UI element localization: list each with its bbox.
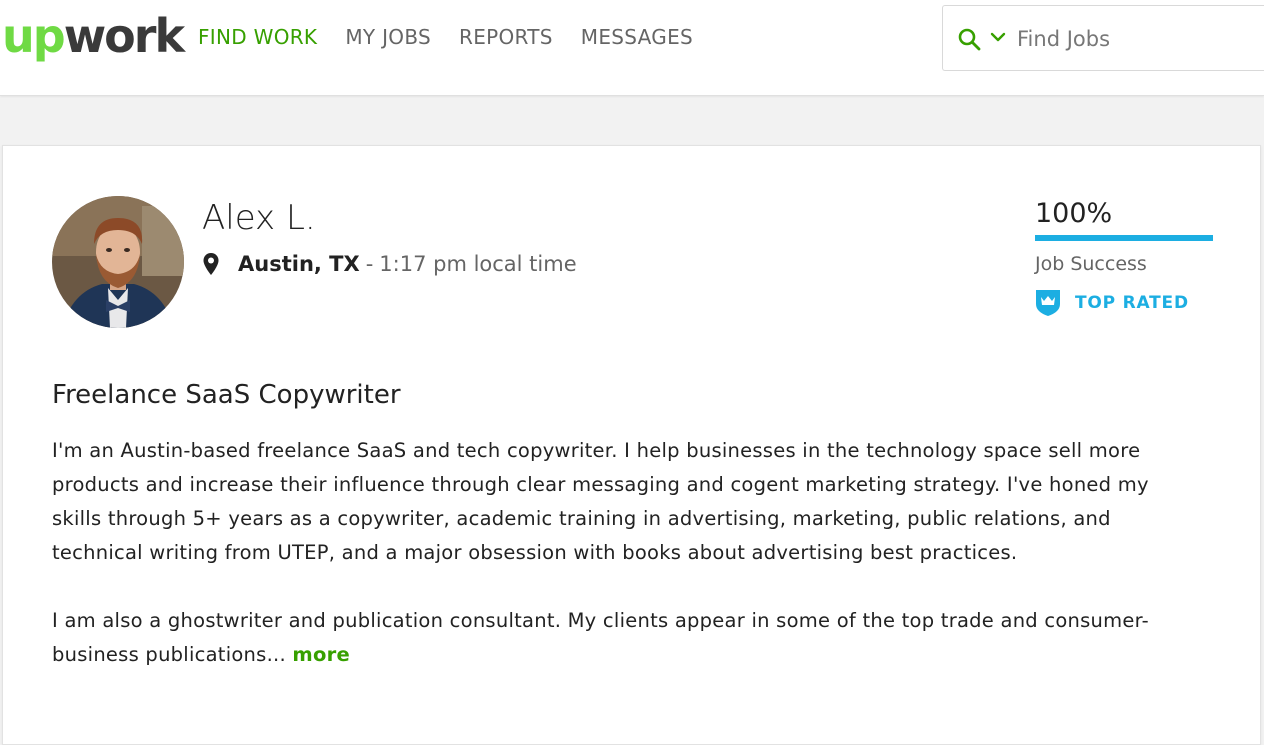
job-success-panel: 100% Job Success TOP RATED [1035,196,1213,317]
location-separator: - [365,252,374,276]
upwork-logo[interactable]: upwork [2,6,185,66]
nav-my-jobs[interactable]: MY JOBS [345,24,431,50]
top-header: upwork FIND WORK MY JOBS REPORTS MESSAGE… [0,0,1264,96]
top-rated-label: TOP RATED [1075,293,1189,313]
local-time: 1:17 pm local time [379,252,577,276]
avatar-image [52,196,184,328]
search-icon[interactable] [957,27,981,51]
profile-card: Alex L. Austin, TX - 1:17 pm local time … [2,145,1261,745]
more-link[interactable]: more [292,643,350,666]
top-rated-badge[interactable]: TOP RATED [1035,289,1213,317]
description-paragraph: I am also a ghostwriter and publication … [52,604,1192,672]
search-input[interactable] [1017,22,1257,56]
profile-headline: Freelance SaaS Copywriter [52,380,401,410]
nav-find-work[interactable]: FIND WORK [198,24,317,50]
job-success-label: Job Success [1035,253,1147,275]
chevron-down-icon[interactable] [989,28,1007,46]
nav-reports[interactable]: REPORTS [459,24,553,50]
job-success-bar [1035,235,1213,241]
description-paragraph: I'm an Austin-based freelance SaaS and t… [52,439,1149,564]
location-pin-icon [203,253,219,275]
job-success-percent: 100% [1035,198,1113,229]
main-nav: FIND WORK MY JOBS REPORTS MESSAGES [198,24,693,50]
job-success-bar-fill [1035,235,1213,241]
description-paragraph-text: I am also a ghostwriter and publication … [52,609,1149,666]
location-city: Austin, TX [238,252,360,276]
avatar[interactable] [52,196,184,328]
profile-description: I'm an Austin-based freelance SaaS and t… [52,434,1192,672]
search-box [942,5,1264,71]
freelancer-name: Alex L. [202,198,316,238]
location-row: Austin, TX - 1:17 pm local time [202,250,577,278]
nav-messages[interactable]: MESSAGES [581,24,693,50]
top-rated-shield-icon [1036,290,1060,316]
